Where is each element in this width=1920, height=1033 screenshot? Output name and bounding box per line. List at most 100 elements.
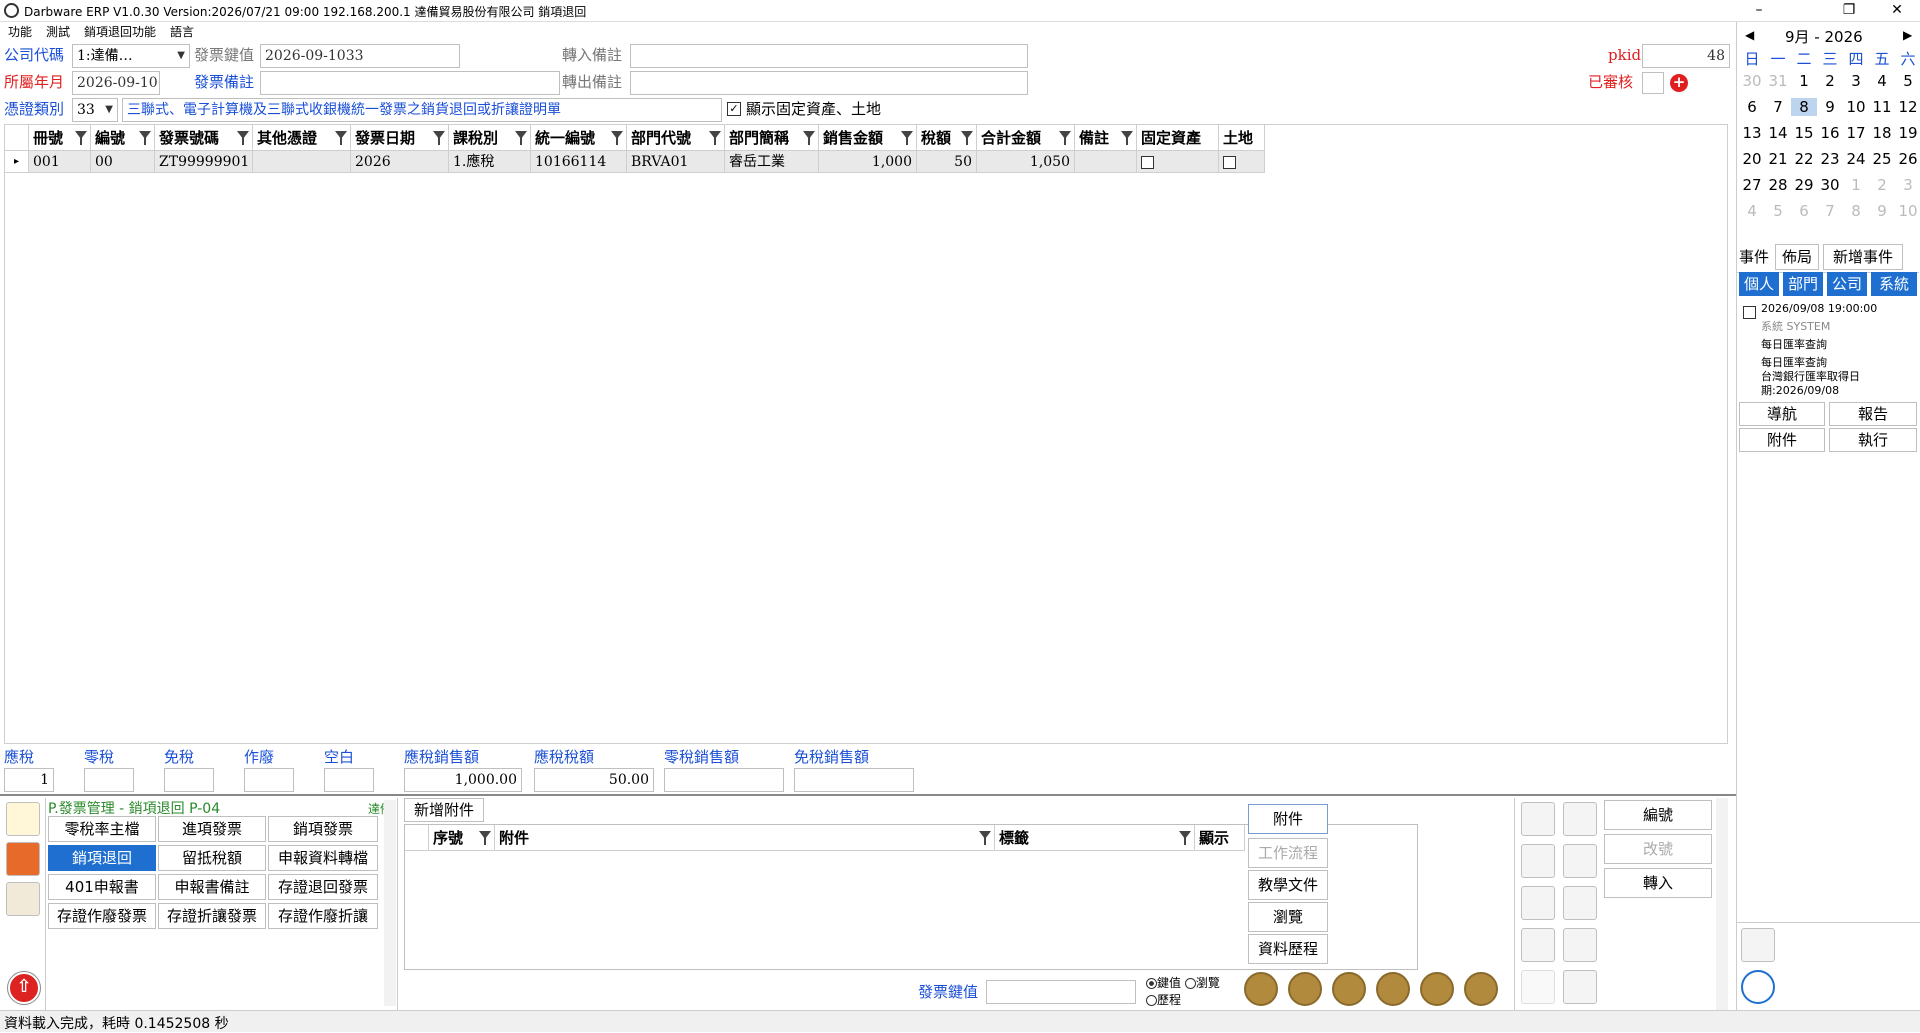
report-button[interactable]: 報告 <box>1829 402 1917 426</box>
import-button[interactable]: 轉入 <box>1604 868 1712 898</box>
edit-doc-icon[interactable] <box>1521 886 1555 920</box>
radio-browse[interactable] <box>1184 978 1196 989</box>
calendar-day[interactable]: 6 <box>1739 98 1765 116</box>
column-header-other-voucher[interactable]: 其他憑證 <box>253 125 351 151</box>
calendar-day[interactable]: 30 <box>1817 176 1843 194</box>
module-btn-archive-void-allowance[interactable]: 存證作廢折讓 <box>268 903 378 929</box>
event-checkbox[interactable] <box>1743 306 1756 319</box>
add-icon[interactable]: + <box>1670 74 1688 92</box>
filter-icon[interactable] <box>237 131 249 145</box>
folder-icon[interactable] <box>6 882 40 916</box>
module-btn-archive-void[interactable]: 存證作廢發票 <box>48 903 156 929</box>
previous-record-icon[interactable] <box>1288 972 1322 1006</box>
filter-icon[interactable] <box>1059 131 1071 145</box>
filter-icon[interactable] <box>335 131 347 145</box>
search-doc-icon[interactable] <box>1563 928 1597 962</box>
filter-company[interactable]: 公司 <box>1827 272 1867 296</box>
filter-icon[interactable] <box>75 131 87 145</box>
filter-icon[interactable] <box>139 131 151 145</box>
column-header-note[interactable]: 備註 <box>1075 125 1137 151</box>
company-select[interactable]: 1:達備… ▼ <box>72 44 190 68</box>
calendar-month[interactable]: 9月 - 2026 <box>1785 26 1863 47</box>
module-btn-retained-tax[interactable]: 留抵稅額 <box>158 845 266 871</box>
export-note-field[interactable] <box>630 71 1028 95</box>
attachment-button[interactable]: 附件 <box>1739 428 1825 452</box>
attach-side-history[interactable]: 資料歷程 <box>1248 934 1328 964</box>
column-header-sales-amount[interactable]: 銷售金額 <box>819 125 917 151</box>
calendar-day[interactable]: 27 <box>1739 176 1765 194</box>
calendar-day[interactable]: 3 <box>1895 176 1920 194</box>
column-header-volume[interactable]: 冊號 <box>29 125 91 151</box>
copy-doc-icon[interactable] <box>1521 844 1555 878</box>
calendar-day[interactable]: 10 <box>1843 98 1869 116</box>
module-btn-archive-return[interactable]: 存證退回發票 <box>268 874 378 900</box>
cell-fixed-asset[interactable] <box>1137 151 1219 173</box>
filter-icon[interactable] <box>479 831 491 845</box>
first-record-icon[interactable] <box>1244 972 1278 1006</box>
attach-col-tag[interactable]: 標籤 <box>995 825 1195 851</box>
invoice-key-field[interactable]: 2026-09-1033 <box>260 44 460 68</box>
cell-volume[interactable]: 001 <box>29 151 91 173</box>
cell-tax-type[interactable]: 1.應稅 <box>449 151 531 173</box>
filter-icon[interactable] <box>709 131 721 145</box>
cell-land[interactable] <box>1219 151 1265 173</box>
column-header-invoice-no[interactable]: 發票號碼 <box>155 125 253 151</box>
filter-icon[interactable] <box>1179 831 1191 845</box>
number-button[interactable]: 編號 <box>1604 800 1712 830</box>
fixed-asset-row-checkbox[interactable] <box>1141 155 1154 169</box>
filter-system[interactable]: 系統 <box>1871 272 1917 296</box>
column-header-dept-code[interactable]: 部門代號 <box>627 125 725 151</box>
last-record-icon[interactable] <box>1420 972 1454 1006</box>
invoice-note-field[interactable] <box>260 71 560 95</box>
calendar-day[interactable]: 3 <box>1843 72 1869 90</box>
attach-side-tutorial[interactable]: 教學文件 <box>1248 870 1328 900</box>
cell-number[interactable]: 00 <box>91 151 155 173</box>
minimize-icon[interactable]: – <box>1736 0 1782 22</box>
execute-button[interactable]: 執行 <box>1829 428 1917 452</box>
filter-department[interactable]: 部門 <box>1783 272 1823 296</box>
pkid-field[interactable]: 48 <box>1642 44 1730 68</box>
menu-test[interactable]: 測試 <box>46 23 70 40</box>
calendar-day[interactable]: 8 <box>1791 98 1817 116</box>
land-row-checkbox[interactable] <box>1223 155 1236 169</box>
filter-icon[interactable] <box>611 131 623 145</box>
filter-icon[interactable] <box>1121 131 1133 145</box>
cell-total[interactable]: 1,050 <box>977 151 1075 173</box>
cell-tax[interactable]: 50 <box>917 151 977 173</box>
restore-icon[interactable]: ❐ <box>1826 0 1872 22</box>
upload-icon[interactable]: ⇧ <box>8 972 40 1004</box>
h-doc-icon[interactable] <box>1563 802 1597 836</box>
module-btn-sales-invoice[interactable]: 銷項發票 <box>268 816 378 842</box>
help-icon[interactable] <box>1464 972 1498 1006</box>
menu-function[interactable]: 功能 <box>8 23 32 40</box>
notepad-icon[interactable] <box>6 802 40 836</box>
filter-icon[interactable] <box>803 131 815 145</box>
calendar-day[interactable]: 12 <box>1895 98 1920 116</box>
calendar-day[interactable]: 5 <box>1765 202 1791 220</box>
cell-invoice-no[interactable]: ZT99999901 <box>155 151 253 173</box>
calendar-day[interactable]: 28 <box>1765 176 1791 194</box>
calendar-day[interactable]: 2 <box>1869 176 1895 194</box>
column-header-invoice-date[interactable]: 發票日期 <box>351 125 449 151</box>
column-header-tax[interactable]: 稅額 <box>917 125 977 151</box>
period-field[interactable]: 2026-09-10 <box>72 71 160 95</box>
attach-col-seq[interactable]: 序號 <box>429 825 495 851</box>
attach-side-browse[interactable]: 瀏覽 <box>1248 902 1328 932</box>
add-attachment-button[interactable]: 新增附件 <box>404 798 484 822</box>
next-month-icon[interactable]: ▶ <box>1903 28 1912 42</box>
module-btn-report-transfer[interactable]: 申報資料轉檔 <box>268 845 378 871</box>
calendar-day[interactable]: 24 <box>1843 150 1869 168</box>
menu-language[interactable]: 語言 <box>170 23 194 40</box>
calendar-day[interactable]: 29 <box>1791 176 1817 194</box>
calendar-day[interactable]: 30 <box>1739 72 1765 90</box>
calendar-day[interactable]: 7 <box>1765 98 1791 116</box>
printer-icon[interactable] <box>1563 844 1597 878</box>
calendar-day[interactable]: 20 <box>1739 150 1765 168</box>
delete-doc-icon[interactable] <box>1521 928 1555 962</box>
calendar-day[interactable]: 17 <box>1843 124 1869 142</box>
filter-icon[interactable] <box>515 131 527 145</box>
calendar-day[interactable]: 2 <box>1817 72 1843 90</box>
radio-history[interactable] <box>1146 995 1157 1006</box>
import-note-field[interactable] <box>630 44 1028 68</box>
approved-checkbox[interactable] <box>1642 72 1664 94</box>
